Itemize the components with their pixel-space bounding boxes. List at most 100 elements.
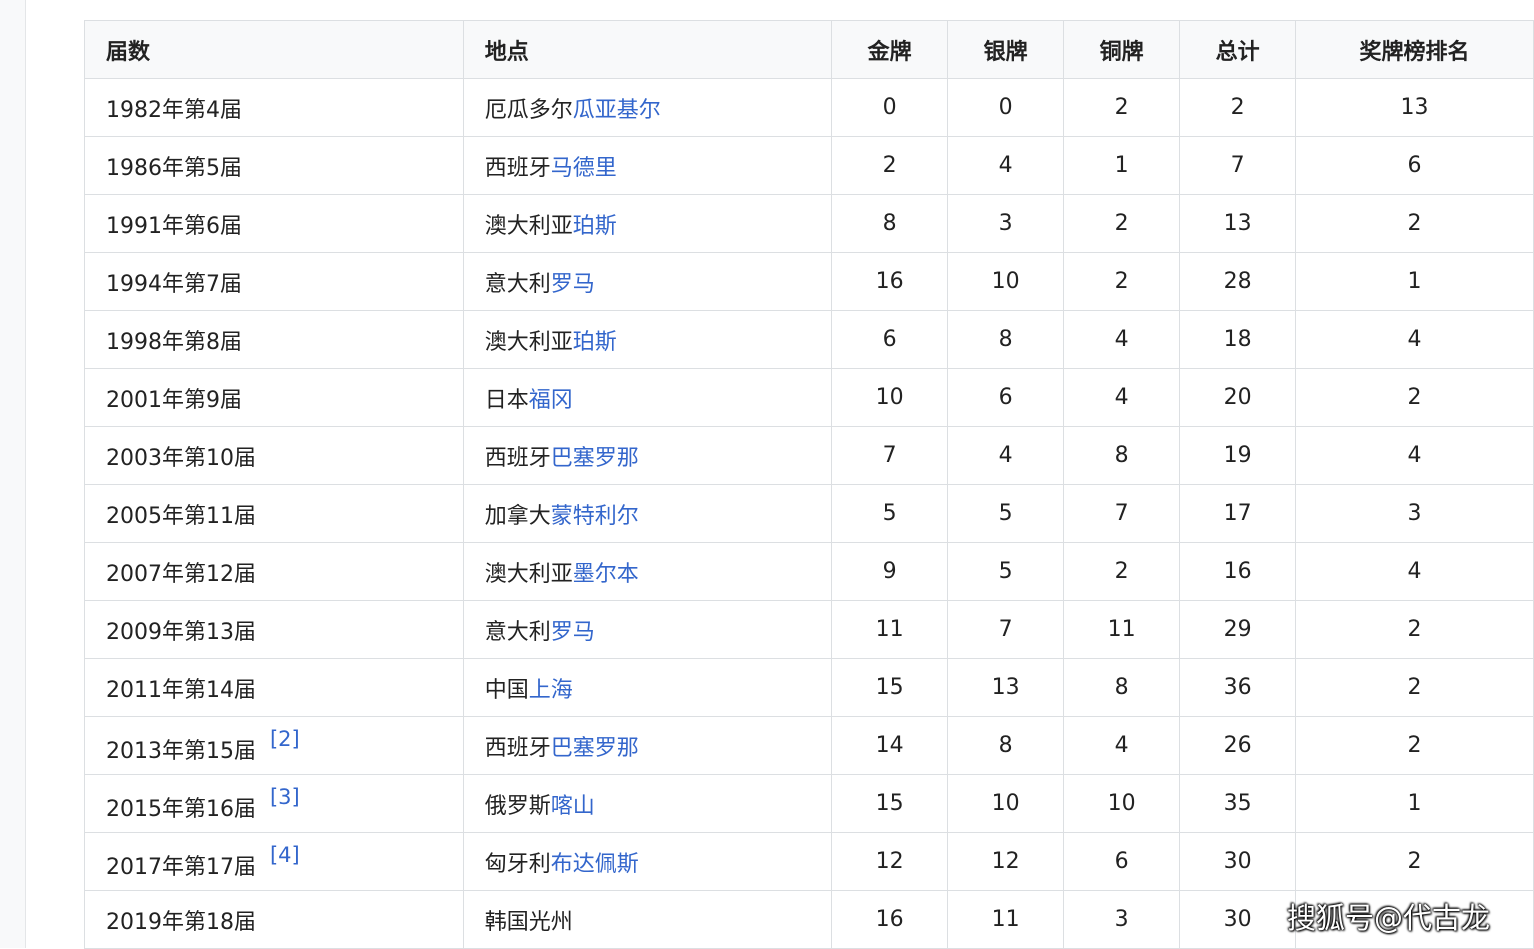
city-link[interactable]: 蒙特利尔 — [551, 504, 639, 529]
location-cell: 厄瓜多尔瓜亚基尔 — [462, 78, 833, 137]
total-cell: 28 — [1179, 252, 1297, 311]
location-cell: 韩国光州 — [462, 890, 833, 949]
table-row: 1998年第8届 澳大利亚珀斯 6 8 4 18 4 — [84, 310, 1534, 369]
table-row: 2005年第11届 加拿大蒙特利尔 5 5 7 17 3 — [84, 484, 1534, 543]
location-cell: 意大利罗马 — [462, 252, 833, 311]
watermark: 搜狐号@代古龙 — [1287, 901, 1491, 935]
table-body: 1982年第4届 厄瓜多尔瓜亚基尔 0 0 2 2 13 1986年第5届 西班牙马德里 2 4 1 7… — [84, 78, 1534, 949]
bronze-cell: 8 — [1063, 658, 1181, 717]
city-link[interactable]: 瓜亚基尔 — [573, 98, 661, 123]
table-row: 2011年第14届 中国上海 15 13 8 36 2 — [84, 658, 1534, 717]
edition-text: 2009年第13届 — [106, 619, 256, 645]
edition-text: 2007年第12届 — [106, 561, 256, 587]
bronze-cell: 8 — [1063, 426, 1181, 485]
city-link[interactable]: 上海 — [529, 678, 573, 703]
rank-cell: 2 — [1295, 194, 1534, 253]
edition-text: 2011年第14届 — [106, 677, 256, 703]
rank-cell: 2 — [1295, 600, 1534, 659]
country-text: 西班牙 — [484, 735, 551, 761]
city-link[interactable]: 珀斯 — [573, 214, 617, 239]
gold-cell: 12 — [831, 832, 949, 891]
edition-cell: 2015年第16届 [3] — [84, 774, 464, 833]
location-cell: 加拿大蒙特利尔 — [462, 484, 833, 543]
city-link[interactable]: 罗马 — [551, 272, 595, 297]
city-link[interactable]: 巴塞罗那 — [551, 736, 639, 761]
edition-text: 2005年第11届 — [106, 503, 256, 529]
gold-cell: 9 — [831, 542, 949, 601]
header-edition: 届数 — [84, 20, 464, 79]
bronze-cell: 2 — [1063, 252, 1181, 311]
edition-cell: 1994年第7届 — [84, 252, 464, 311]
bronze-cell: 7 — [1063, 484, 1181, 543]
country-text: 韩国光州 — [484, 909, 573, 935]
city-link[interactable]: 墨尔本 — [573, 562, 639, 587]
edition-cell: 1991年第6届 — [84, 194, 464, 253]
gold-cell: 15 — [831, 658, 949, 717]
country-text: 意大利 — [484, 271, 551, 297]
bronze-cell: 4 — [1063, 716, 1181, 775]
silver-cell: 10 — [947, 774, 1065, 833]
silver-cell: 4 — [947, 426, 1065, 485]
silver-cell: 6 — [947, 368, 1065, 427]
medal-table-container: 届数 地点 金牌 银牌 铜牌 总计 奖牌榜排名 1982年第4届 厄瓜多尔瓜亚基尔… — [84, 20, 1534, 949]
gold-cell: 6 — [831, 310, 949, 369]
silver-cell: 7 — [947, 600, 1065, 659]
location-cell: 西班牙巴塞罗那 — [462, 426, 833, 485]
table-row: 2009年第13届 意大利罗马 11 7 11 29 2 — [84, 600, 1534, 659]
total-cell: 18 — [1179, 310, 1297, 369]
country-text: 澳大利亚 — [484, 561, 573, 587]
rank-cell: 6 — [1295, 136, 1534, 195]
country-text: 匈牙利 — [484, 851, 551, 877]
rank-cell: 1 — [1295, 774, 1534, 833]
city-link[interactable]: 布达佩斯 — [551, 852, 639, 877]
edition-cell: 2007年第12届 — [84, 542, 464, 601]
table-header-row: 届数 地点 金牌 银牌 铜牌 总计 奖牌榜排名 — [84, 20, 1534, 79]
city-link[interactable]: 福冈 — [529, 388, 573, 413]
edition-text: 2017年第17届 — [106, 854, 256, 880]
rank-cell: 4 — [1295, 542, 1534, 601]
silver-cell: 13 — [947, 658, 1065, 717]
total-cell: 29 — [1179, 600, 1297, 659]
city-link[interactable]: 珀斯 — [573, 330, 617, 355]
city-link[interactable]: 喀山 — [551, 794, 595, 819]
location-cell: 匈牙利布达佩斯 — [462, 832, 833, 891]
gold-cell: 15 — [831, 774, 949, 833]
left-gutter — [0, 0, 26, 948]
edition-text: 2001年第9届 — [106, 387, 242, 413]
silver-cell: 5 — [947, 542, 1065, 601]
location-cell: 西班牙巴塞罗那 — [462, 716, 833, 775]
edition-text: 2019年第18届 — [106, 909, 256, 935]
edition-cell: 2003年第10届 — [84, 426, 464, 485]
edition-text: 2013年第15届 — [106, 738, 256, 764]
edition-text: 1982年第4届 — [106, 97, 242, 123]
reference-link[interactable]: [3] — [270, 785, 300, 809]
table-row: 2003年第10届 西班牙巴塞罗那 7 4 8 19 4 — [84, 426, 1534, 485]
country-text: 澳大利亚 — [484, 213, 573, 239]
rank-cell: 1 — [1295, 252, 1534, 311]
edition-cell: 2009年第13届 — [84, 600, 464, 659]
rank-cell: 4 — [1295, 310, 1534, 369]
rank-cell: 2 — [1295, 832, 1534, 891]
country-text: 意大利 — [484, 619, 551, 645]
city-link[interactable]: 巴塞罗那 — [551, 446, 639, 471]
country-text: 西班牙 — [484, 445, 551, 471]
country-text: 西班牙 — [484, 155, 551, 181]
table-row: 2001年第9届 日本福冈 10 6 4 20 2 — [84, 368, 1534, 427]
total-cell: 17 — [1179, 484, 1297, 543]
gold-cell: 10 — [831, 368, 949, 427]
city-link[interactable]: 罗马 — [551, 620, 595, 645]
header-rank: 奖牌榜排名 — [1295, 20, 1534, 79]
reference-link[interactable]: [4] — [270, 843, 300, 867]
edition-cell: 2005年第11届 — [84, 484, 464, 543]
location-cell: 日本福冈 — [462, 368, 833, 427]
table-row: 2015年第16届 [3] 俄罗斯喀山 15 10 10 35 1 — [84, 774, 1534, 833]
header-location: 地点 — [462, 20, 833, 79]
country-text: 澳大利亚 — [484, 329, 573, 355]
silver-cell: 8 — [947, 310, 1065, 369]
medal-table: 届数 地点 金牌 银牌 铜牌 总计 奖牌榜排名 1982年第4届 厄瓜多尔瓜亚基尔… — [84, 20, 1534, 949]
edition-cell: 2019年第18届 — [84, 890, 464, 949]
location-cell: 澳大利亚珀斯 — [462, 310, 833, 369]
reference-link[interactable]: [2] — [270, 727, 300, 751]
city-link[interactable]: 马德里 — [551, 156, 617, 181]
edition-cell: 2017年第17届 [4] — [84, 832, 464, 891]
